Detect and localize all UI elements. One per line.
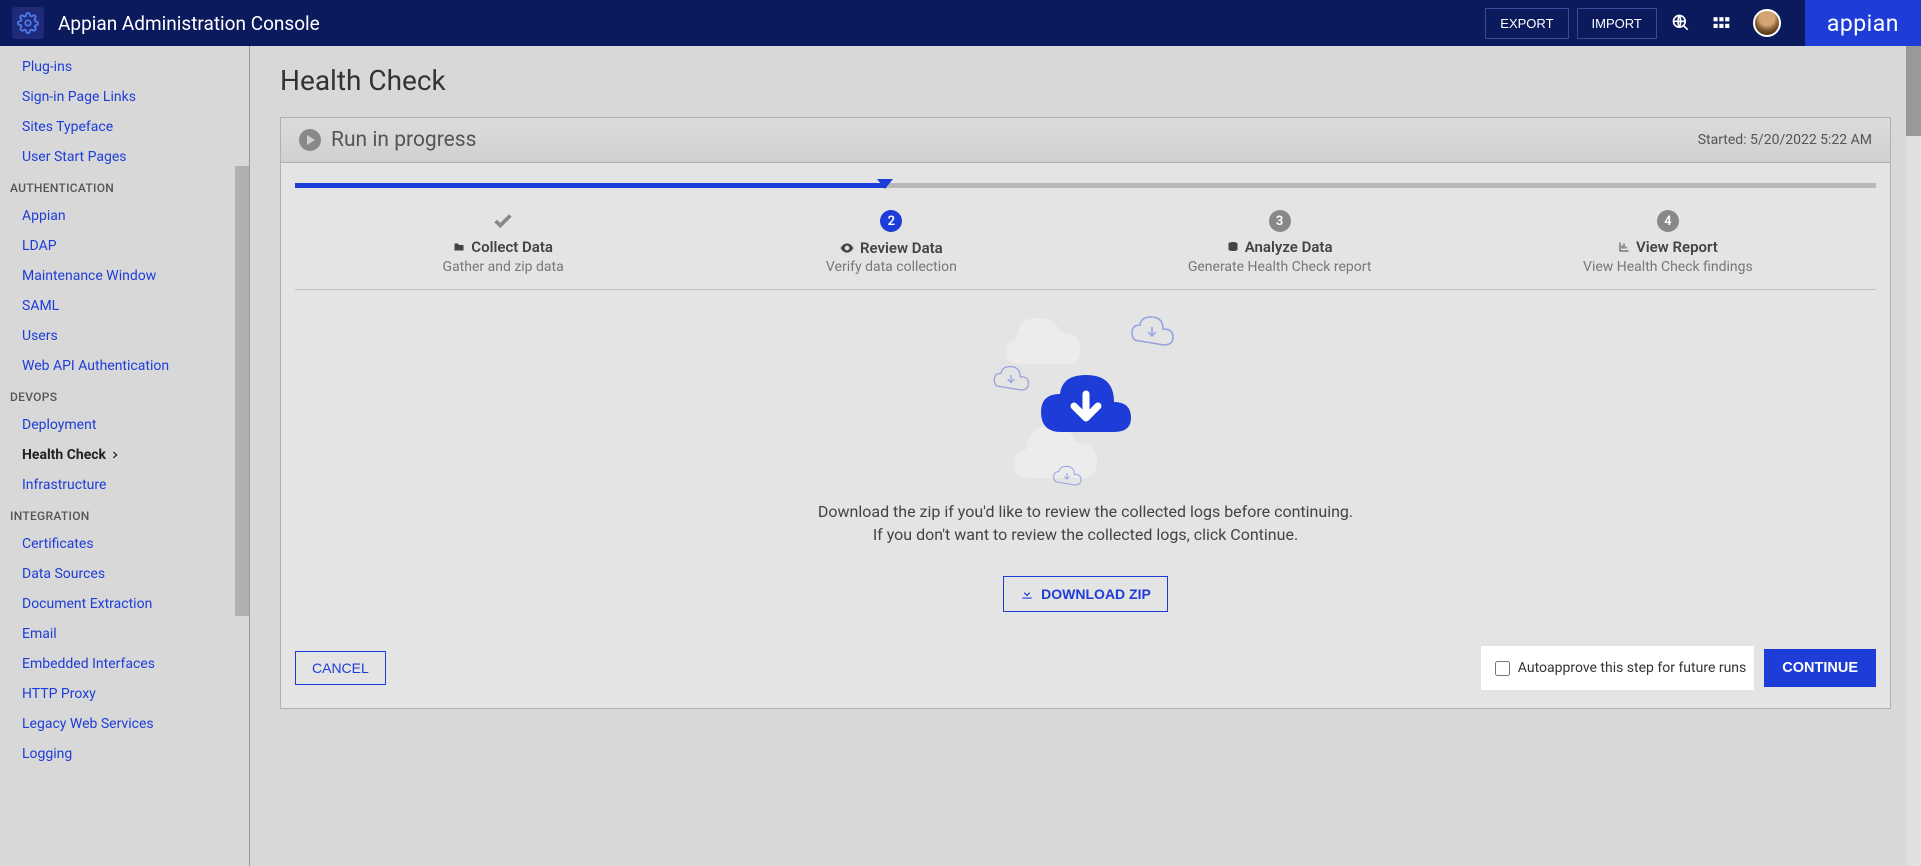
- progress-marker-icon: [877, 179, 893, 189]
- step-number: 2: [880, 210, 902, 232]
- body-line2: If you don't want to review the collecte…: [321, 523, 1850, 546]
- illustration: [281, 290, 1890, 500]
- globe-search-icon[interactable]: [1671, 13, 1691, 33]
- step-sub: Gather and zip data: [309, 259, 697, 275]
- sidebar-item[interactable]: SAML: [0, 291, 249, 321]
- sidebar-item[interactable]: Certificates: [0, 529, 249, 559]
- avatar[interactable]: [1753, 9, 1781, 37]
- step: Collect Data Gather and zip data: [309, 210, 697, 275]
- sidebar: Plug-insSign-in Page LinksSites Typeface…: [0, 46, 250, 866]
- chart-icon: [1618, 241, 1630, 253]
- steps-row: Collect DataGather and zip data2 Review …: [295, 188, 1876, 290]
- autoapprove-wrap[interactable]: Autoapprove this step for future runs: [1481, 646, 1754, 690]
- sidebar-item[interactable]: LDAP: [0, 231, 249, 261]
- step-sub: Verify data collection: [697, 259, 1085, 275]
- download-zip-label: DOWNLOAD ZIP: [1041, 586, 1151, 602]
- sidebar-item[interactable]: Data Sources: [0, 559, 249, 589]
- step: 3 Analyze Data Generate Health Check repo…: [1086, 210, 1474, 275]
- step-title: View Report: [1618, 238, 1718, 256]
- sidebar-item[interactable]: Users: [0, 321, 249, 351]
- sidebar-item[interactable]: Sign-in Page Links: [0, 82, 249, 112]
- page-title: Health Check: [280, 64, 1891, 97]
- ghost-cloud2-icon: [991, 365, 1031, 395]
- export-button[interactable]: EXPORT: [1485, 8, 1568, 39]
- main-scrollbar-thumb[interactable]: [1906, 46, 1921, 136]
- sidebar-item[interactable]: Document Extraction: [0, 589, 249, 619]
- progress-fill: [295, 183, 885, 188]
- sidebar-item[interactable]: Web API Authentication: [0, 351, 249, 381]
- card-header-title: Run in progress: [331, 128, 476, 152]
- sidebar-item[interactable]: Deployment: [0, 410, 249, 440]
- database-icon: [1227, 241, 1239, 253]
- autoapprove-label: Autoapprove this step for future runs: [1518, 660, 1746, 676]
- cloud-download-icon: [1036, 370, 1136, 445]
- step-number: 4: [1657, 210, 1679, 232]
- started-label: Started: 5/20/2022 5:22 AM: [1698, 132, 1872, 148]
- sidebar-section-heading: AUTHENTICATION: [0, 172, 249, 201]
- header-title: Appian Administration Console: [58, 12, 320, 35]
- step-title: Review Data: [840, 239, 943, 257]
- brand-block: appian: [1805, 0, 1921, 46]
- sidebar-item[interactable]: Health Check: [0, 440, 249, 470]
- autoapprove-checkbox[interactable]: [1495, 661, 1510, 676]
- folder-icon: [453, 241, 465, 253]
- status-card: Run in progress Started: 5/20/2022 5:22 …: [280, 117, 1891, 709]
- body-text: Download the zip if you'd like to review…: [281, 500, 1890, 546]
- card-footer: CANCEL Autoapprove this step for future …: [281, 632, 1890, 708]
- eye-icon: [840, 243, 854, 253]
- import-button[interactable]: IMPORT: [1577, 8, 1657, 39]
- step-sub: Generate Health Check report: [1086, 259, 1474, 275]
- sidebar-item[interactable]: Appian: [0, 201, 249, 231]
- step: 4 View Report View Health Check findings: [1474, 210, 1862, 275]
- header-right: EXPORT IMPORT appian: [1485, 0, 1921, 46]
- sidebar-item[interactable]: Embedded Interfaces: [0, 649, 249, 679]
- play-icon: [299, 129, 321, 151]
- sidebar-item[interactable]: Email: [0, 619, 249, 649]
- step-number: 3: [1269, 210, 1291, 232]
- step-sub: View Health Check findings: [1474, 259, 1862, 275]
- card-header: Run in progress Started: 5/20/2022 5:22 …: [281, 118, 1890, 163]
- step: 2 Review Data Verify data collection: [697, 210, 1085, 275]
- body-line1: Download the zip if you'd like to review…: [321, 500, 1850, 523]
- step-title: Analyze Data: [1227, 238, 1333, 256]
- sidebar-item[interactable]: Legacy Web Services: [0, 709, 249, 739]
- sidebar-section-heading: DEVOPS: [0, 381, 249, 410]
- sidebar-item[interactable]: Sites Typeface: [0, 112, 249, 142]
- ghost-cloud3-icon: [1051, 464, 1083, 490]
- header-left: Appian Administration Console: [12, 7, 1485, 39]
- sidebar-item[interactable]: Plug-ins: [0, 52, 249, 82]
- sidebar-item[interactable]: Logging: [0, 739, 249, 769]
- main-scrollbar-track[interactable]: [1906, 46, 1921, 866]
- download-zip-button[interactable]: DOWNLOAD ZIP: [1003, 576, 1168, 612]
- brand-text: appian: [1827, 10, 1899, 37]
- gear-icon[interactable]: [12, 7, 44, 39]
- app-header: Appian Administration Console EXPORT IMP…: [0, 0, 1921, 46]
- continue-button[interactable]: CONTINUE: [1764, 649, 1876, 687]
- cancel-button[interactable]: CANCEL: [295, 651, 386, 685]
- sidebar-section-heading: INTEGRATION: [0, 500, 249, 529]
- progress-track: [295, 183, 1876, 188]
- container: Plug-insSign-in Page LinksSites Typeface…: [0, 46, 1921, 866]
- sidebar-item[interactable]: HTTP Proxy: [0, 679, 249, 709]
- main-content: Health Check Run in progress Started: 5/…: [250, 46, 1921, 866]
- step-title: Collect Data: [453, 238, 553, 256]
- sidebar-item[interactable]: Maintenance Window: [0, 261, 249, 291]
- sidebar-item[interactable]: Infrastructure: [0, 470, 249, 500]
- download-icon: [1020, 587, 1034, 601]
- check-icon: [490, 210, 516, 232]
- chevron-right-icon: [110, 450, 120, 460]
- apps-grid-icon[interactable]: [1711, 13, 1731, 33]
- sidebar-item[interactable]: User Start Pages: [0, 142, 249, 172]
- ghost-cloud-icon: [1128, 315, 1176, 351]
- sidebar-scrollbar[interactable]: [235, 166, 249, 616]
